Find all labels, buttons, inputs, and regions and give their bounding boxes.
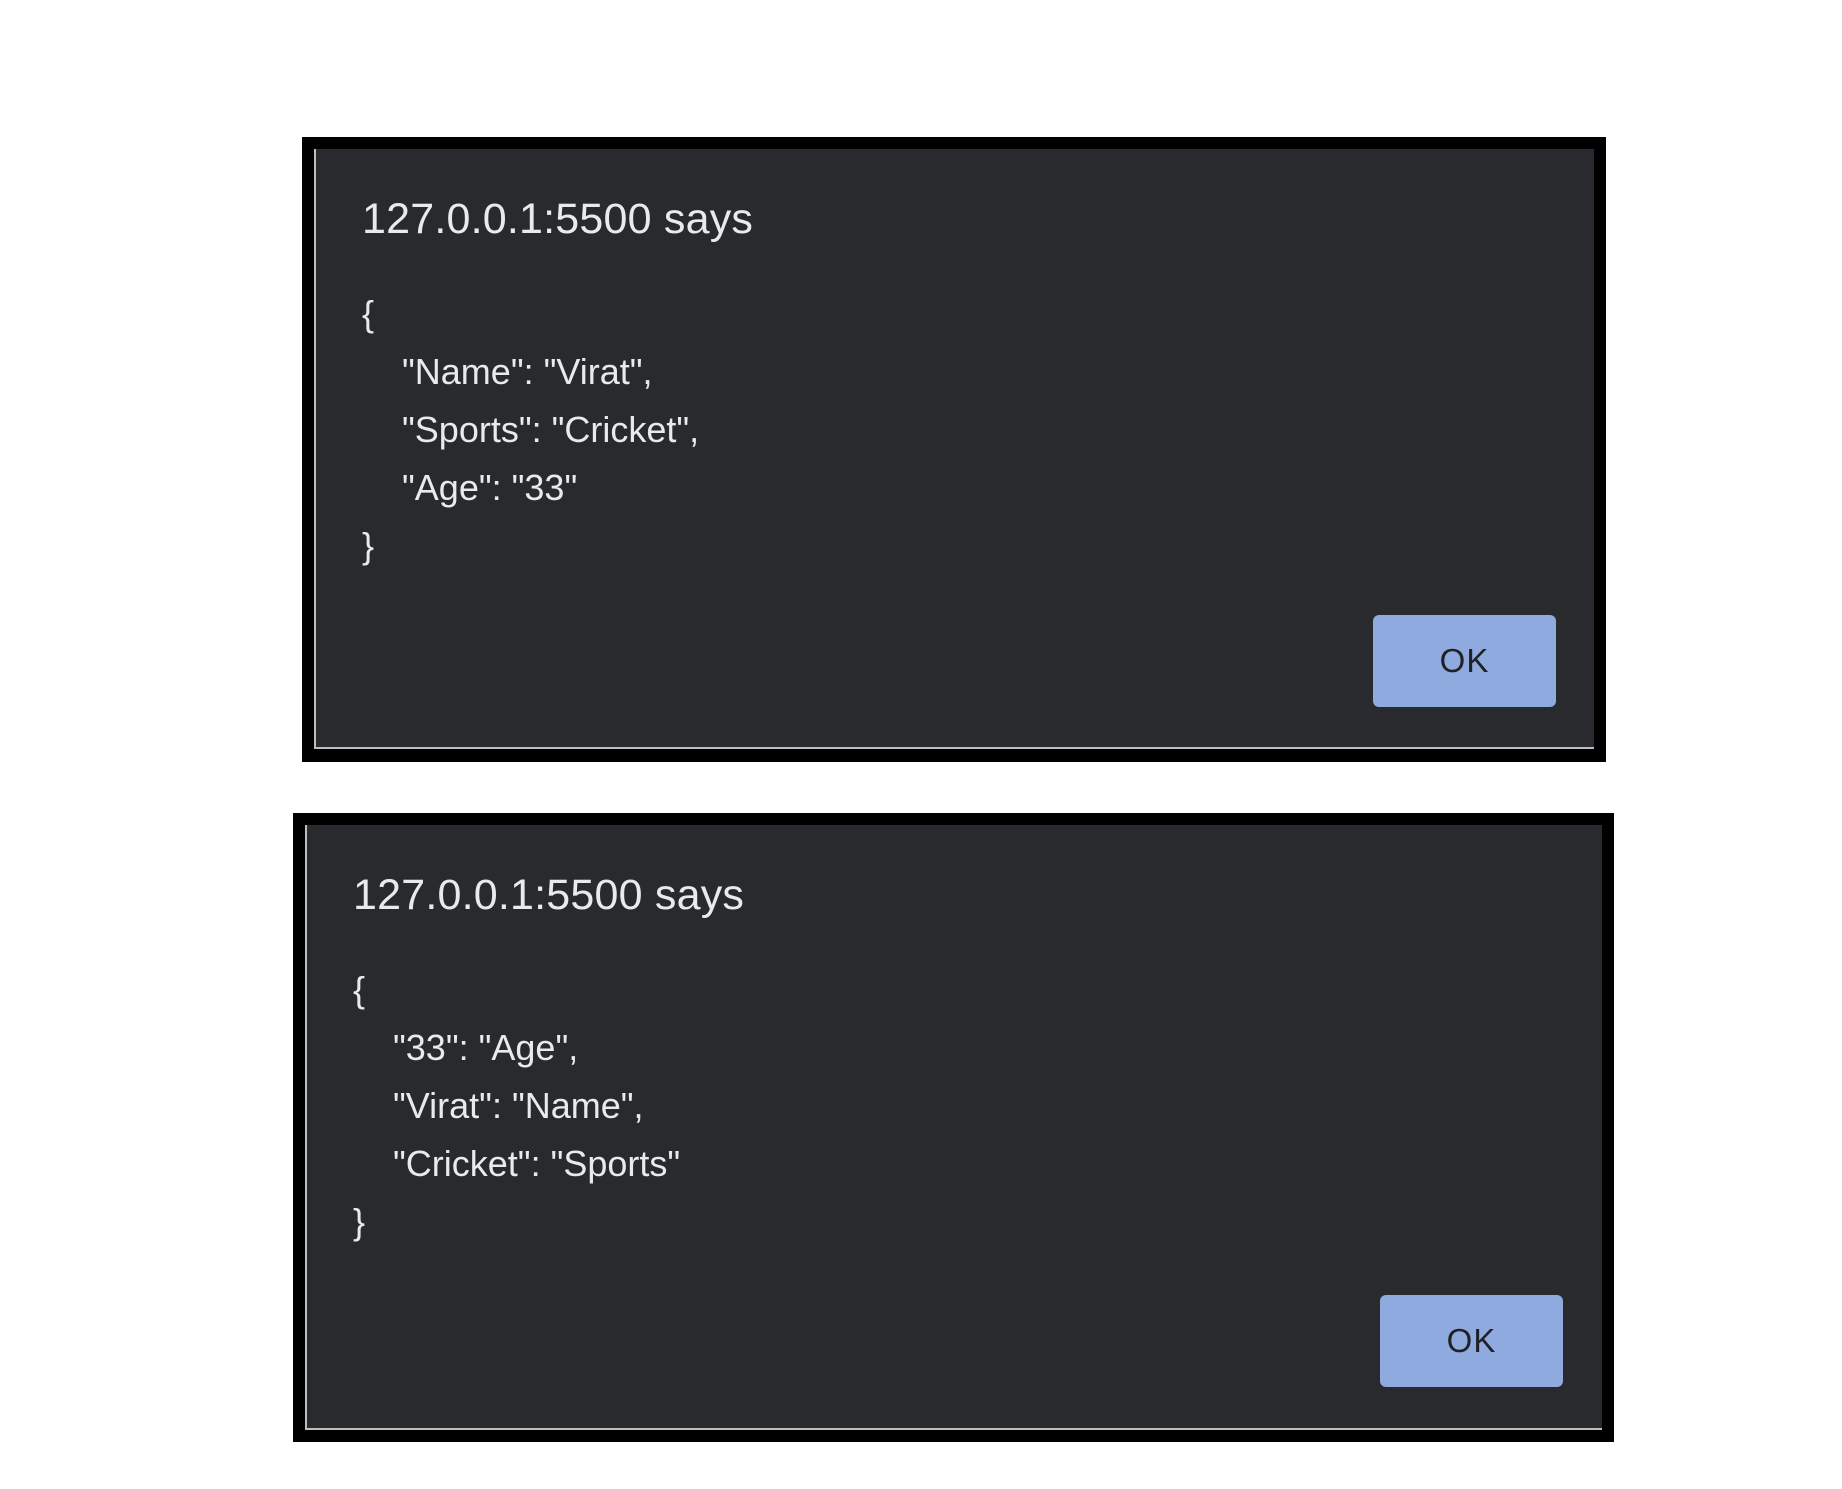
ok-button[interactable]: OK (1373, 615, 1556, 707)
dialog-title: 127.0.0.1:5500 says (362, 195, 754, 243)
dialog-message: { "Name": "Virat", "Sports": "Cricket", … (362, 293, 700, 566)
ok-button[interactable]: OK (1380, 1295, 1563, 1387)
alert-frame-bottom: 127.0.0.1:5500 says { "33": "Age", "Vira… (293, 813, 1614, 1442)
alert-dialog-original: 127.0.0.1:5500 says { "Name": "Virat", "… (314, 149, 1594, 749)
dialog-message: { "33": "Age", "Virat": "Name", "Cricket… (353, 969, 681, 1242)
alert-frame-top: 127.0.0.1:5500 says { "Name": "Virat", "… (302, 137, 1606, 762)
dialog-title: 127.0.0.1:5500 says (353, 871, 745, 919)
alert-dialog-swapped: 127.0.0.1:5500 says { "33": "Age", "Vira… (305, 825, 1602, 1430)
